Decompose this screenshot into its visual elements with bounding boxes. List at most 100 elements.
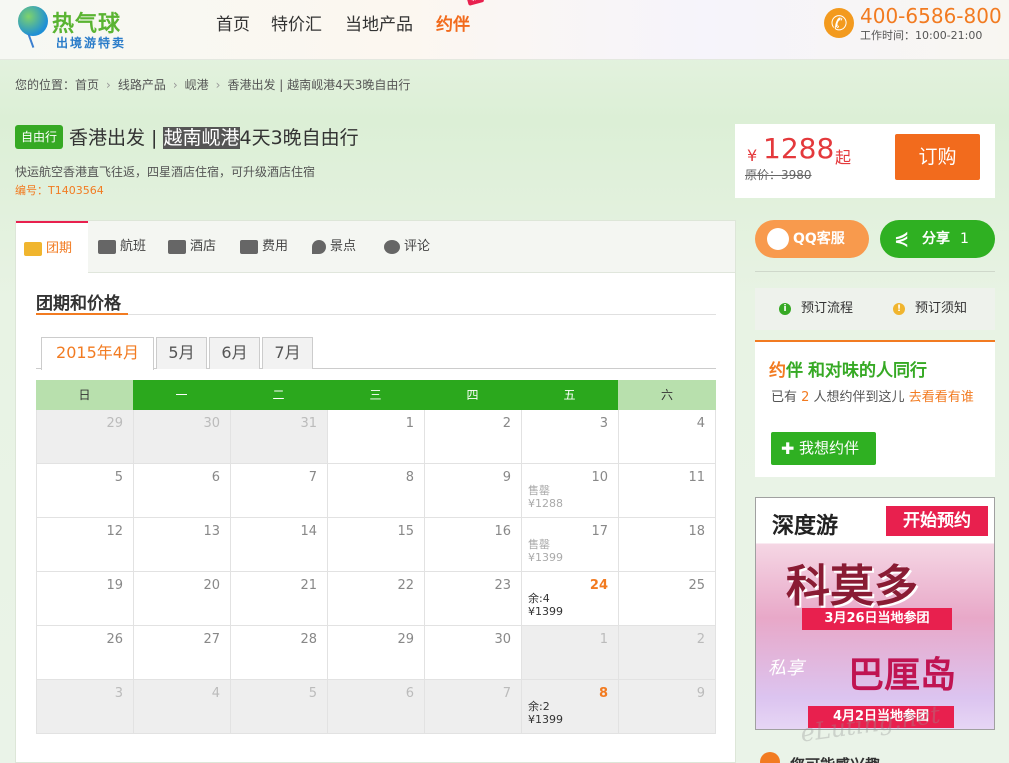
yueban-see-who-link[interactable]: 去看看有谁	[909, 390, 974, 405]
yueban-description: 已有 2 人想约伴到这儿 去看看有谁	[771, 388, 986, 408]
month-tab-jun[interactable]: 6月	[209, 337, 260, 369]
yueban-title: 和对味的人同行	[808, 361, 927, 381]
main-panel: 团期 航班 酒店 费用 景点 评论 团期和价格 2015年4月 5月 6月 7月…	[15, 220, 736, 763]
plus-icon: ✚	[781, 439, 795, 458]
day-price: ¥1399	[528, 551, 563, 564]
nav-deals[interactable]: 特价汇	[271, 10, 322, 35]
day-number: 25	[688, 578, 705, 593]
breadcrumb-danang[interactable]: 岘港	[185, 78, 209, 92]
day-price: ¥1399	[528, 605, 563, 618]
calendar-day-cell[interactable]: 24 余:4 ¥1399	[522, 572, 619, 626]
calendar-day-cell: 13	[134, 518, 231, 572]
quote-icon	[384, 239, 400, 254]
order-button[interactable]: 订购	[895, 134, 980, 180]
ad-komodo: 科莫多	[786, 561, 918, 612]
tab-fees[interactable]: 费用	[240, 221, 288, 273]
day-number: 24	[589, 578, 608, 593]
calendar-day-cell: 4	[619, 410, 716, 464]
weekday-header: 四	[424, 380, 521, 410]
day-number: 8	[598, 686, 608, 701]
breadcrumb-routes[interactable]: 线路产品	[118, 78, 166, 92]
day-number: 4	[211, 686, 220, 701]
yueban-logo-1: 约	[769, 361, 786, 381]
yueban-card: 约伴 和对味的人同行 已有 2 人想约伴到这儿 去看看有谁 ✚ 我想约伴	[755, 340, 995, 477]
weekday-header: 六	[618, 380, 716, 410]
original-price: 原价：3980	[745, 168, 812, 182]
tab-hotel[interactable]: 酒店	[168, 221, 216, 273]
want-yueban-button[interactable]: ✚ 我想约伴	[771, 432, 876, 465]
month-tabs: 2015年4月 5月 6月 7月	[36, 337, 716, 370]
calendar-day-cell: 9	[619, 680, 716, 734]
share-button[interactable]: ⋞ 分享 1	[880, 220, 995, 258]
info-icon: i	[779, 302, 791, 315]
calendar-day-cell[interactable]: 8 余:2 ¥1399	[522, 680, 619, 734]
day-price: ¥1288	[528, 497, 563, 510]
location-pin-icon	[312, 239, 326, 254]
booking-process-link[interactable]: i 预订流程	[779, 288, 853, 330]
day-number: 3	[599, 416, 608, 431]
calendar-day-cell: 6	[328, 680, 425, 734]
qq-service-button[interactable]: QQ客服	[755, 220, 869, 258]
detail-tabs: 团期 航班 酒店 费用 景点 评论	[16, 221, 735, 274]
nav-local-products[interactable]: 当地产品	[345, 10, 413, 35]
calendar-day-cell: 31	[231, 410, 328, 464]
calendar-day-cell: 15	[328, 518, 425, 572]
qq-label: QQ客服	[793, 231, 845, 247]
day-number: 7	[502, 686, 511, 701]
booking-info-bar: i 预订流程 ! 预订须知	[755, 288, 995, 330]
nav-home[interactable]: 首页	[216, 10, 250, 35]
ad-bali: 巴厘岛	[848, 655, 957, 696]
share-icon: ⋞	[894, 228, 910, 249]
product-code: 编号：T1403564	[15, 184, 104, 197]
day-number: 10	[591, 470, 608, 485]
month-tab-jul[interactable]: 7月	[262, 337, 313, 369]
yueban-logo-2: 伴	[786, 361, 803, 381]
tab-label: 航班	[120, 239, 147, 254]
calendar-day-cell[interactable]: 10 售罄 ¥1288	[522, 464, 619, 518]
day-number: 21	[300, 578, 317, 593]
calendar-day-cell: 7	[425, 680, 522, 734]
day-number: 11	[688, 470, 705, 485]
title-highlight: 越南岘港	[163, 127, 240, 149]
nav-yueban[interactable]: 约伴	[436, 10, 470, 35]
price-currency: ¥	[747, 146, 758, 165]
tab-schedule[interactable]: 团期	[16, 221, 88, 274]
breadcrumb-home[interactable]: 您的位置：首页	[15, 78, 99, 92]
product-subtitle: 快运航空香港直飞往返，四星酒店住宿，可升级酒店住宿	[15, 165, 316, 179]
calendar-day-cell[interactable]: 17 售罄 ¥1399	[522, 518, 619, 572]
price-suffix: 起	[835, 148, 852, 167]
calendar-grid: 29 30 31 1 2 3 4 5 6 7 8 9 10 售罄 ¥1288 11 12 13 14 15 16 17 售罄…	[36, 410, 716, 734]
section-divider	[36, 313, 716, 315]
bed-icon	[168, 239, 186, 254]
day-number: 6	[405, 686, 414, 701]
day-number: 30	[494, 632, 511, 647]
month-tab-may[interactable]: 5月	[156, 337, 207, 369]
tab-reviews[interactable]: 评论	[384, 221, 430, 273]
weekday-header: 二	[230, 380, 327, 410]
day-number: 31	[300, 416, 317, 431]
balloon-logo-icon	[18, 6, 48, 36]
day-number: 9	[696, 686, 705, 701]
calendar-day-cell: 22	[328, 572, 425, 626]
day-number: 5	[114, 470, 123, 485]
breadcrumb: 您的位置：首页 › 线路产品 › 岘港 › 香港出发 | 越南岘港4天3晚自由行	[15, 76, 410, 93]
day-status: 售罄 ¥1288	[528, 484, 563, 510]
booking-notice-link[interactable]: ! 预订须知	[893, 288, 967, 330]
plane-icon	[98, 239, 116, 254]
tab-flights[interactable]: 航班	[98, 221, 146, 273]
calendar-day-cell: 16	[425, 518, 522, 572]
yueban-logo: 约伴	[769, 356, 803, 381]
day-status: 余:2 ¥1399	[528, 700, 563, 726]
calendar-day-cell: 9	[425, 464, 522, 518]
day-number: 14	[300, 524, 317, 539]
day-number: 4	[696, 416, 705, 431]
warning-icon: !	[893, 302, 905, 315]
calendar-day-cell: 3	[37, 680, 134, 734]
tab-attractions[interactable]: 景点	[312, 221, 356, 273]
site-logo[interactable]: 热气球 出境游特卖	[16, 4, 156, 52]
ad-komodo-date: 3月26日当地参团	[802, 608, 952, 630]
promo-banner[interactable]: 深度游 开始预约 科莫多 3月26日当地参团 私享 巴厘岛 4月2日当地参团	[755, 497, 995, 730]
phone-icon: ✆	[824, 8, 854, 38]
calendar-day-cell: 26	[37, 626, 134, 680]
month-tab-apr[interactable]: 2015年4月	[41, 337, 154, 370]
